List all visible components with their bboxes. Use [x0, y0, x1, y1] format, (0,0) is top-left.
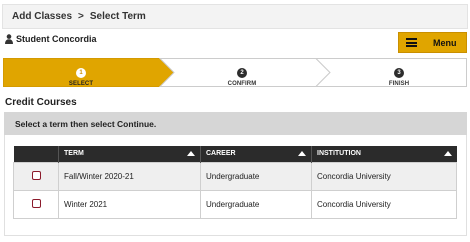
breadcrumb: Add Classes > Select Term: [2, 4, 468, 29]
hamburger-icon: [406, 38, 417, 47]
institution-cell: Concordia University: [311, 161, 457, 191]
step-label: FINISH: [388, 81, 410, 87]
breadcrumb-add-classes[interactable]: Add Classes: [12, 11, 72, 22]
user-name: Student Concordia: [16, 34, 97, 44]
instructions-bar: Select a term then select Continue.: [4, 112, 467, 135]
term-checkbox[interactable]: [31, 198, 41, 208]
table-row[interactable]: Fall/Winter 2020-21 Undergraduate Concor…: [13, 161, 457, 191]
step-label: SELECT: [68, 81, 94, 87]
career-column-header[interactable]: CAREER: [200, 146, 312, 162]
step-number: 1: [76, 68, 86, 78]
select-cell[interactable]: [13, 189, 59, 219]
career-header-label: CAREER: [206, 150, 236, 158]
term-cell: Fall/Winter 2020-21: [58, 161, 201, 191]
institution-cell: Concordia University: [311, 189, 457, 219]
breadcrumb-select-term: Select Term: [89, 11, 146, 22]
person-icon: [5, 34, 13, 44]
menu-label: Menu: [433, 37, 457, 48]
institution-header-label: INSTITUTION: [317, 150, 361, 158]
step-label: CONFIRM: [227, 81, 257, 87]
select-column-header: [13, 146, 59, 162]
table-row[interactable]: Winter 2021 Undergraduate Concordia Univ…: [13, 189, 457, 219]
sort-up-icon[interactable]: [298, 151, 306, 156]
sort-up-icon[interactable]: [443, 151, 452, 156]
career-cell: Undergraduate: [200, 161, 312, 191]
term-column-header[interactable]: TERM: [58, 146, 201, 162]
step-number: 2: [237, 68, 247, 78]
menu-button[interactable]: Menu: [398, 32, 467, 53]
term-table: TERM CAREER INSTITUTION Fall/Winter 2020…: [13, 146, 457, 219]
progress-steps: 1 SELECT 2 CONFIRM 3 FINISH: [3, 58, 467, 87]
step-number: 3: [394, 68, 404, 78]
breadcrumb-separator: >: [78, 11, 84, 22]
term-header-label: TERM: [64, 150, 84, 158]
institution-column-header[interactable]: INSTITUTION: [311, 146, 457, 162]
table-header-row: TERM CAREER INSTITUTION: [13, 146, 457, 162]
section-title: Credit Courses: [5, 97, 77, 108]
sort-up-icon[interactable]: [187, 151, 195, 156]
step-select: 1 SELECT: [36, 61, 126, 87]
user-info: Student Concordia: [5, 34, 97, 44]
step-confirm: 2 CONFIRM: [197, 61, 287, 87]
career-cell: Undergraduate: [200, 189, 312, 219]
term-cell: Winter 2021: [58, 189, 201, 219]
term-checkbox[interactable]: [31, 170, 41, 180]
step-finish: 3 FINISH: [354, 61, 444, 87]
select-cell[interactable]: [13, 161, 59, 191]
